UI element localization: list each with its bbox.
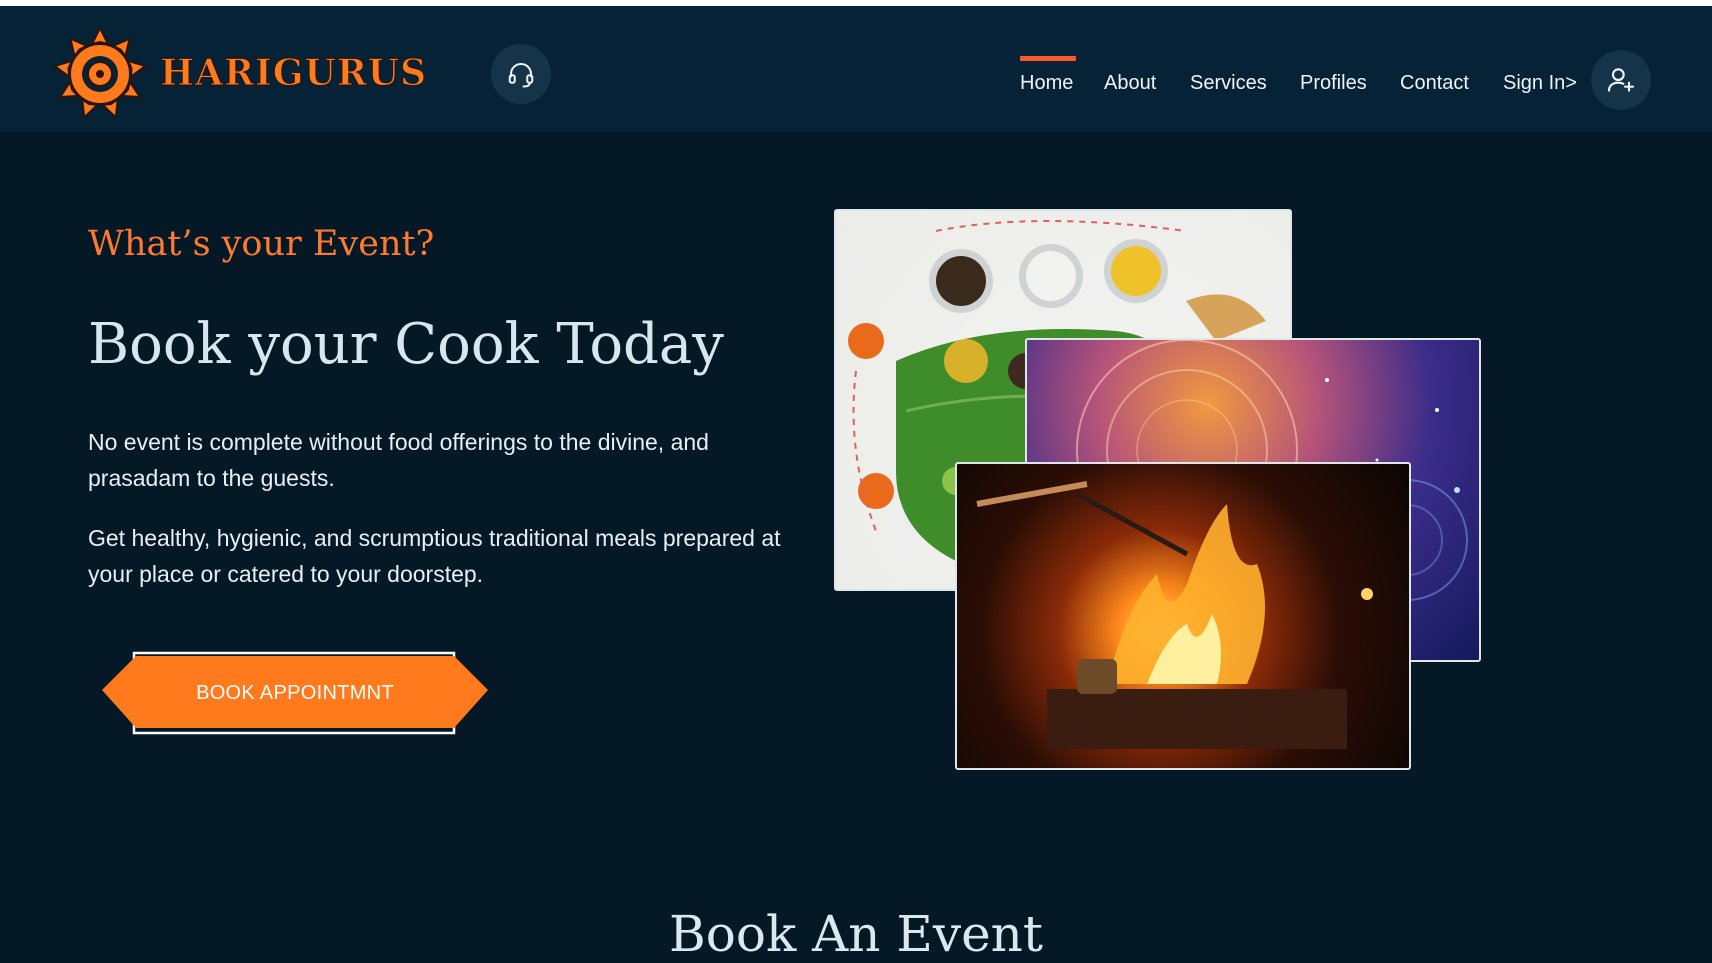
- headset-icon: [508, 63, 534, 88]
- add-user-icon: [1607, 68, 1635, 92]
- nav-item-profiles[interactable]: Profiles: [1300, 72, 1367, 95]
- fire-ritual-image: [955, 462, 1411, 770]
- nav-item-home[interactable]: Home: [1020, 72, 1073, 95]
- book-appointment-button[interactable]: BOOK APPOINTMNT: [100, 650, 490, 736]
- nav-item-services[interactable]: Services: [1190, 72, 1267, 95]
- support-button[interactable]: [491, 44, 551, 104]
- section-title: Book An Event: [669, 905, 1043, 963]
- brand-logo-icon[interactable]: [50, 24, 150, 124]
- brand-name[interactable]: HARIGURUS: [159, 52, 427, 95]
- hero-paragraph-1: No event is complete without food offeri…: [88, 429, 709, 491]
- nav-item-sign-in[interactable]: Sign In>: [1503, 72, 1577, 95]
- hero-paragraph-2: Get healthy, hygienic, and scrumptious t…: [88, 525, 781, 587]
- cta-label: BOOK APPOINTMNT: [196, 681, 394, 704]
- nav-item-contact[interactable]: Contact: [1400, 72, 1469, 95]
- hero-eyebrow: What’s your Event?: [88, 224, 435, 264]
- nav-active-indicator: [1020, 56, 1076, 61]
- register-button[interactable]: [1591, 50, 1651, 110]
- hero-title: Book your Cook Today: [88, 312, 724, 377]
- nav-item-about[interactable]: About: [1104, 72, 1156, 95]
- navbar: HARIGURUS Home About Services Profiles C…: [0, 6, 1712, 132]
